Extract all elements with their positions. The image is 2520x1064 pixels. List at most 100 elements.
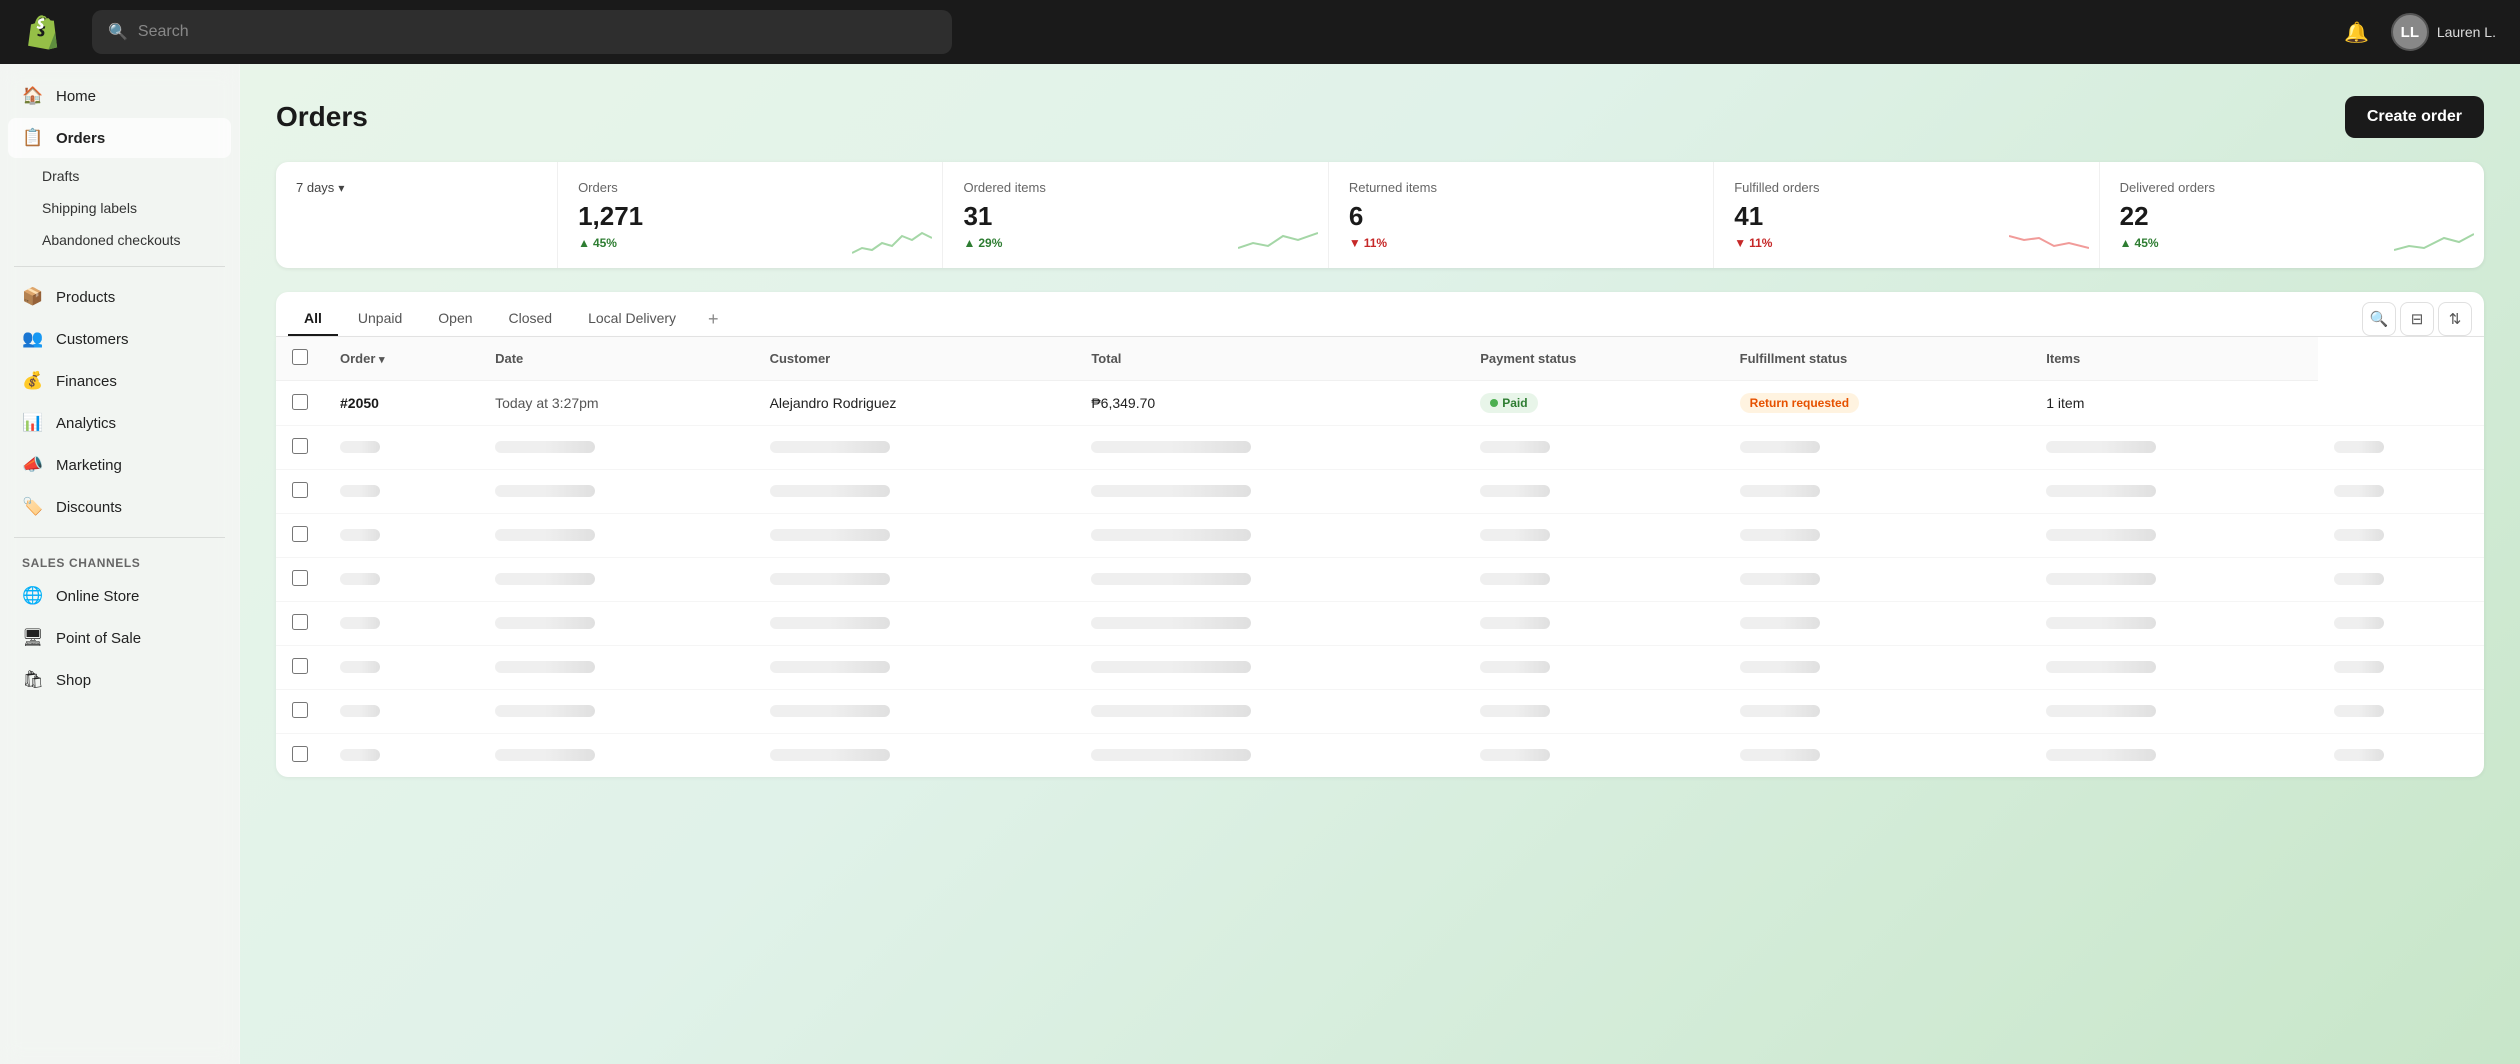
row-order[interactable]: #2050: [324, 381, 479, 426]
sidebar-item-finances[interactable]: 💰 Finances: [8, 361, 231, 401]
skeleton-bar: [1480, 485, 1550, 497]
row-checkbox-cell[interactable]: [276, 734, 324, 778]
row-checkbox[interactable]: [292, 614, 308, 630]
row-checkbox-cell[interactable]: [276, 646, 324, 690]
sidebar-label-marketing: Marketing: [56, 457, 122, 474]
search-input[interactable]: [138, 23, 936, 41]
row-checkbox-cell[interactable]: [276, 470, 324, 514]
sidebar-item-products[interactable]: 📦 Products: [8, 277, 231, 317]
stat-period-card[interactable]: 7 days ▾: [276, 162, 558, 268]
abandoned-checkouts-label: Abandoned checkouts: [42, 232, 181, 248]
sidebar-item-shipping-labels[interactable]: Shipping labels: [28, 192, 231, 224]
sidebar-item-orders[interactable]: 📋 Orders: [8, 118, 231, 158]
skeleton-bar: [1480, 529, 1550, 541]
notifications-button[interactable]: 🔔: [2339, 14, 2375, 50]
create-order-button[interactable]: Create order: [2345, 96, 2484, 138]
skeleton-bar: [2334, 661, 2384, 673]
search-filter-button[interactable]: 🔍: [2362, 302, 2396, 336]
down-arrow-icon-2: ▼: [1734, 236, 1746, 250]
sidebar-item-online-store[interactable]: 🌐 Online Store: [8, 576, 231, 616]
row-checkbox[interactable]: [292, 482, 308, 498]
sidebar-item-customers[interactable]: 👥 Customers: [8, 319, 231, 359]
tab-closed[interactable]: Closed: [493, 302, 569, 336]
row-checkbox-cell[interactable]: [276, 514, 324, 558]
row-checkbox-cell[interactable]: [276, 381, 324, 426]
sidebar-item-marketing[interactable]: 📣 Marketing: [8, 445, 231, 485]
marketing-icon: 📣: [22, 455, 44, 475]
skeleton-cell: [1464, 646, 1723, 690]
drafts-label: Drafts: [42, 168, 79, 184]
skeleton-bar: [2046, 705, 2156, 717]
row-total: ₱6,349.70: [1075, 381, 1464, 426]
skeleton-bar: [2046, 529, 2156, 541]
sidebar-item-point-of-sale[interactable]: 🖥 Point of Sale: [8, 618, 231, 658]
row-checkbox-cell[interactable]: [276, 602, 324, 646]
delivered-sparkline: [2394, 228, 2474, 258]
tab-open[interactable]: Open: [422, 302, 488, 336]
skeleton-cell: [754, 558, 1076, 602]
table-row[interactable]: #2050 Today at 3:27pm Alejandro Rodrigue…: [276, 381, 2484, 426]
skeleton-cell: [2318, 646, 2484, 690]
stat-returned-label: Returned items: [1349, 180, 1693, 195]
th-payment-status: Payment status: [1464, 337, 1723, 381]
skeleton-cell: [324, 646, 479, 690]
period-selector[interactable]: 7 days ▾: [296, 180, 537, 195]
skeleton-cell: [479, 602, 753, 646]
analytics-icon: 📊: [22, 413, 44, 433]
skeleton-bar: [1091, 661, 1251, 673]
skeleton-cell: [2318, 426, 2484, 470]
sales-channels-label: Sales channels: [8, 548, 231, 574]
skeleton-cell: [1075, 514, 1464, 558]
row-checkbox[interactable]: [292, 394, 308, 410]
row-checkbox-cell[interactable]: [276, 558, 324, 602]
fulfilled-sparkline: [2009, 228, 2089, 258]
th-order[interactable]: Order ▾: [324, 337, 479, 381]
sidebar-item-abandoned-checkouts[interactable]: Abandoned checkouts: [28, 224, 231, 256]
search-bar[interactable]: 🔍: [92, 10, 952, 54]
skeleton-bar: [1740, 617, 1820, 629]
skeleton-bar: [1480, 617, 1550, 629]
orders-table-section: All Unpaid Open Closed Local Delivery + …: [276, 292, 2484, 777]
products-icon: 📦: [22, 287, 44, 307]
row-checkbox[interactable]: [292, 746, 308, 762]
sidebar-item-shop[interactable]: 🛍 Shop: [8, 660, 231, 700]
tab-local-delivery[interactable]: Local Delivery: [572, 302, 692, 336]
skeleton-cell: [1724, 558, 2031, 602]
skeleton-cell: [2318, 558, 2484, 602]
table-row: [276, 470, 2484, 514]
skeleton-cell: [754, 514, 1076, 558]
row-checkbox[interactable]: [292, 438, 308, 454]
filter-button[interactable]: ⊟: [2400, 302, 2434, 336]
sort-button[interactable]: ⇅: [2438, 302, 2472, 336]
sidebar-item-analytics[interactable]: 📊 Analytics: [8, 403, 231, 443]
row-checkbox-cell[interactable]: [276, 426, 324, 470]
row-checkbox-cell[interactable]: [276, 690, 324, 734]
user-menu[interactable]: LL Lauren L.: [2391, 13, 2496, 51]
add-tab-button[interactable]: +: [700, 305, 727, 334]
tab-all[interactable]: All: [288, 302, 338, 336]
skeleton-bar: [1480, 573, 1550, 585]
skeleton-bar: [1091, 441, 1251, 453]
stat-fulfilled-label: Fulfilled orders: [1734, 180, 2078, 195]
row-checkbox[interactable]: [292, 702, 308, 718]
skeleton-cell: [479, 734, 753, 778]
sidebar-item-drafts[interactable]: Drafts: [28, 160, 231, 192]
skeleton-cell: [2030, 602, 2318, 646]
sidebar-item-discounts[interactable]: 🏷️ Discounts: [8, 487, 231, 527]
tab-unpaid[interactable]: Unpaid: [342, 302, 418, 336]
skeleton-cell: [1075, 690, 1464, 734]
row-checkbox[interactable]: [292, 526, 308, 542]
skeleton-cell: [1075, 470, 1464, 514]
order-link[interactable]: #2050: [340, 395, 379, 411]
skeleton-bar: [770, 749, 890, 761]
sidebar-item-home[interactable]: 🏠 Home: [8, 76, 231, 116]
skeleton-bar: [1091, 573, 1251, 585]
skeleton-bar: [340, 485, 380, 497]
row-checkbox[interactable]: [292, 658, 308, 674]
orders-table: Order ▾ Date Customer Total Payment stat…: [276, 337, 2484, 777]
orders-table-body: #2050 Today at 3:27pm Alejandro Rodrigue…: [276, 381, 2484, 778]
skeleton-bar: [495, 529, 595, 541]
select-all-checkbox[interactable]: [292, 349, 308, 365]
logo[interactable]: [24, 14, 60, 50]
row-checkbox[interactable]: [292, 570, 308, 586]
